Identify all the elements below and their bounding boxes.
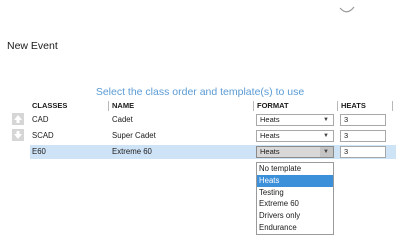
move-up-button[interactable] (12, 113, 24, 125)
dropdown-option-heats[interactable]: Heats (257, 174, 333, 187)
format-value: Heats (260, 147, 280, 156)
dropdown-option-no-template[interactable]: No template (257, 163, 333, 175)
loading-arc-icon (339, 6, 355, 13)
chevron-down-icon: ▼ (323, 117, 329, 123)
move-down-button[interactable] (12, 129, 24, 141)
format-value: Heats (260, 131, 280, 140)
chevron-down-icon: ▼ (323, 149, 329, 155)
format-select[interactable]: Heats ▼ (256, 130, 334, 142)
format-dropdown-list: No template Heats Testing Extreme 60 Dri… (256, 162, 334, 235)
heats-input[interactable]: 3 (340, 130, 386, 142)
format-value: Heats (260, 115, 280, 124)
dropdown-option-extreme-60[interactable]: Extreme 60 (257, 198, 333, 210)
page-title: New Event (7, 40, 58, 52)
class-name: Extreme 60 (112, 147, 152, 156)
format-select-open[interactable]: Heats ▼ (256, 146, 334, 158)
table-row[interactable]: SCAD Super Cadet Heats ▼ 3 (30, 129, 396, 143)
dropdown-option-testing[interactable]: Testing (257, 187, 333, 199)
column-header-name[interactable]: NAME (112, 101, 134, 110)
class-name: Cadet (112, 115, 133, 124)
column-header-heats[interactable]: HEATS (341, 101, 366, 110)
class-code: E60 (32, 147, 46, 156)
instructions-text: Select the class order and template(s) t… (95, 86, 305, 98)
table-row-selected[interactable]: E60 Extreme 60 Heats ▼ 3 (30, 145, 396, 159)
column-header-format[interactable]: FORMAT (257, 101, 289, 110)
dropdown-option-endurance[interactable]: Endurance (257, 222, 333, 234)
heats-input[interactable]: 3 (340, 114, 386, 126)
column-header-classes[interactable]: CLASSES (32, 101, 67, 110)
heats-input[interactable]: 3 (340, 146, 386, 158)
class-name: Super Cadet (112, 131, 156, 140)
dropdown-option-drivers-only[interactable]: Drivers only (257, 210, 333, 222)
chevron-down-icon: ▼ (323, 133, 329, 139)
grid-header: CLASSES NAME FORMAT HEATS (30, 100, 396, 111)
table-row[interactable]: CAD Cadet Heats ▼ 3 (30, 113, 396, 127)
format-select[interactable]: Heats ▼ (256, 114, 334, 126)
class-code: CAD (32, 115, 49, 124)
class-code: SCAD (32, 131, 54, 140)
class-grid: CLASSES NAME FORMAT HEATS CAD Cadet Heat… (30, 100, 396, 159)
